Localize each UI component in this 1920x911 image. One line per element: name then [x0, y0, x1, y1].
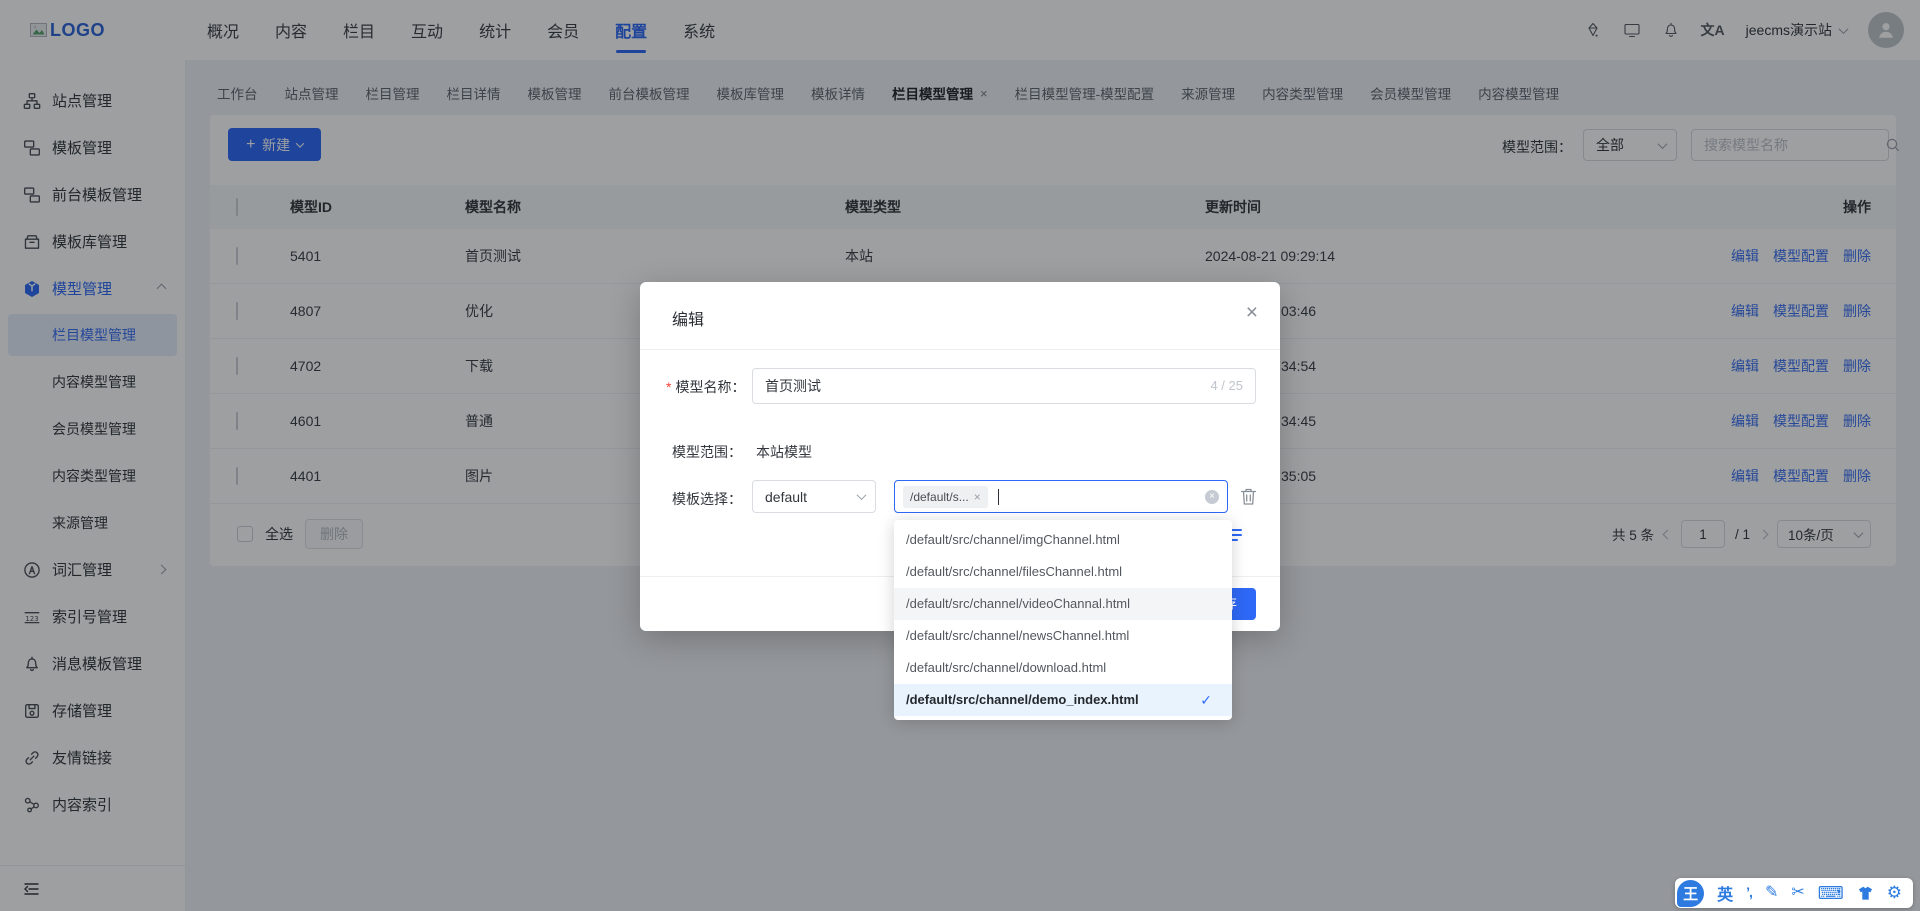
- dropdown-option-selected[interactable]: /default/src/channel/demo_index.html: [894, 684, 1232, 716]
- punctuation-icon[interactable]: [1746, 885, 1752, 901]
- model-scope-value: 本站模型: [756, 442, 812, 462]
- keyboard-icon[interactable]: [1818, 884, 1844, 903]
- skin-icon[interactable]: [1857, 886, 1874, 901]
- handwriting-icon[interactable]: [1765, 885, 1778, 901]
- dropdown-option[interactable]: /default/src/channel/newsChannel.html: [894, 620, 1232, 652]
- model-name-input[interactable]: [765, 378, 1203, 394]
- template-file-multiselect[interactable]: /default/s...: [894, 480, 1228, 513]
- dialog-header: 编辑: [640, 282, 1280, 350]
- ime-language-mode[interactable]: 英: [1717, 881, 1733, 905]
- option-label: /default/src/channel/demo_index.html: [906, 684, 1139, 716]
- template-group-select[interactable]: default: [752, 480, 876, 513]
- dropdown-option-hovered[interactable]: /default/src/channel/videoChannal.html: [894, 588, 1232, 620]
- dropdown-option[interactable]: /default/src/channel/download.html: [894, 652, 1232, 684]
- remove-tag-icon[interactable]: [974, 490, 981, 504]
- input-method-bar: 王 英: [1675, 878, 1913, 908]
- model-scope-label: 模型范围：: [672, 442, 742, 462]
- template-select-label: 模板选择：: [672, 489, 742, 509]
- char-counter: 4 / 25: [1210, 378, 1243, 393]
- gear-icon[interactable]: [1887, 884, 1902, 902]
- check-icon: [1200, 684, 1212, 716]
- model-name-label: 模型名称：: [666, 377, 745, 397]
- model-name-field: 4 / 25: [752, 368, 1256, 404]
- dropdown-option[interactable]: /default/src/channel/imgChannel.html: [894, 524, 1232, 556]
- ime-logo[interactable]: 王: [1677, 880, 1704, 907]
- selected-template-tag: /default/s...: [903, 486, 988, 508]
- tag-label: /default/s...: [910, 490, 969, 504]
- close-dialog-icon[interactable]: [1246, 302, 1258, 323]
- dropdown-option[interactable]: /default/src/channel/filesChannel.html: [894, 556, 1232, 588]
- trash-icon[interactable]: [1240, 487, 1257, 506]
- clear-selection-icon[interactable]: [1205, 490, 1219, 504]
- template-file-dropdown: /default/src/channel/imgChannel.html /de…: [894, 520, 1232, 720]
- chevron-down-icon: [857, 490, 867, 500]
- text-caret: [998, 489, 999, 505]
- dialog-title: 编辑: [672, 306, 704, 330]
- template-group-value: default: [765, 489, 807, 505]
- scissors-icon[interactable]: [1791, 885, 1804, 901]
